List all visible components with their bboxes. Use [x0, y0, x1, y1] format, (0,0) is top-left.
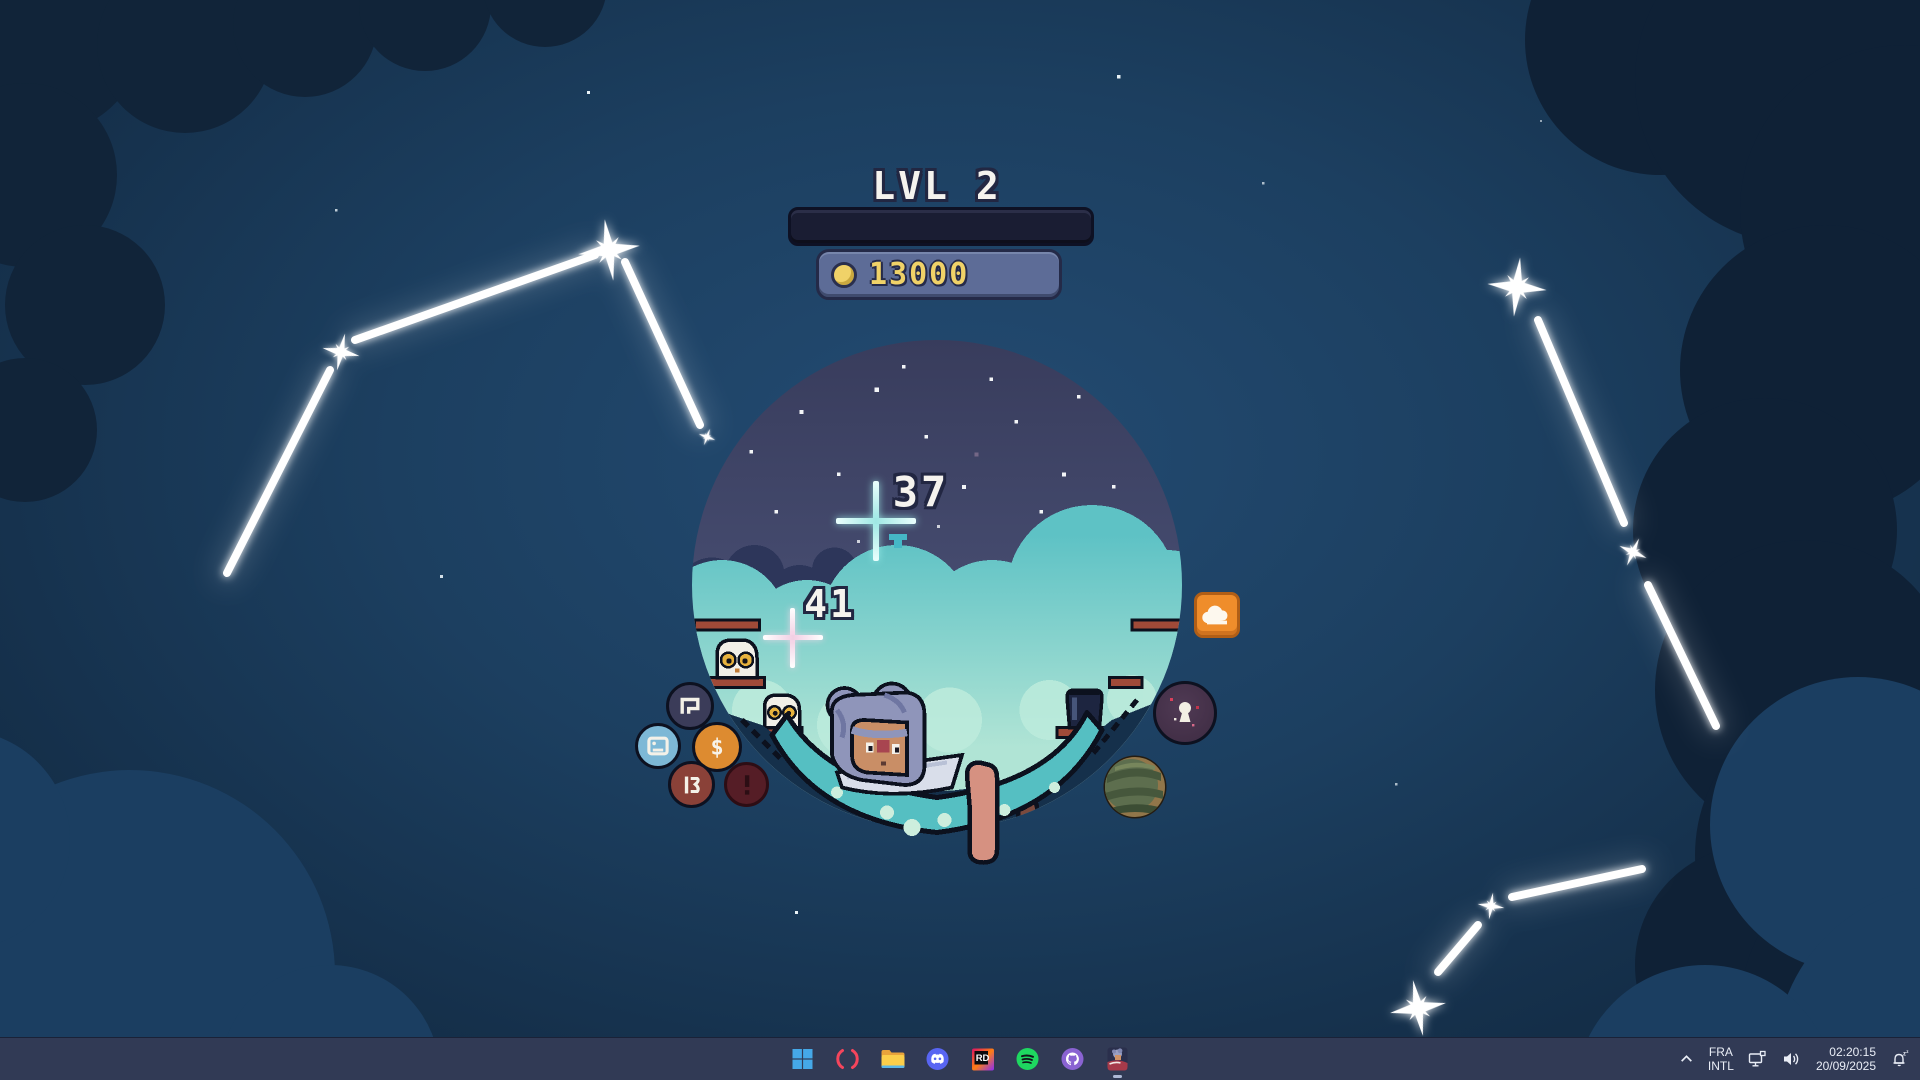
start-button[interactable]: [790, 1046, 816, 1072]
network-icon[interactable]: [1748, 1050, 1768, 1068]
falling-block-icon: [889, 534, 907, 548]
photo-frame-icon: [645, 734, 671, 758]
github-icon: [1061, 1047, 1085, 1071]
night-button[interactable]: [1153, 681, 1217, 745]
rider-button[interactable]: RD: [970, 1046, 996, 1072]
github-desktop-button[interactable]: [1060, 1046, 1086, 1072]
discord-button[interactable]: [925, 1046, 951, 1072]
flag-icon: [677, 694, 703, 718]
weather-button[interactable]: [1194, 592, 1240, 638]
alert-button[interactable]: [724, 762, 769, 807]
system-tray: FRA INTL 02:20:15 20/09/2025: [1679, 1038, 1910, 1080]
planet-icon[interactable]: [1101, 753, 1169, 821]
xp-progress-bar: [788, 207, 1094, 246]
discord-icon: [926, 1047, 950, 1071]
coin-count: 13000: [869, 257, 969, 292]
book-button[interactable]: [668, 761, 715, 808]
rider-icon: RD: [971, 1048, 994, 1071]
svg-text:RD: RD: [975, 1053, 989, 1064]
tray-time: 02:20:15: [1816, 1045, 1876, 1059]
taskbar-icons: RD: [790, 1038, 1131, 1080]
dollar-icon: $: [702, 732, 732, 762]
file-explorer-button[interactable]: [880, 1046, 906, 1072]
photo-button[interactable]: [635, 723, 681, 769]
pixel-pet-app-button[interactable]: [1105, 1046, 1131, 1072]
tray-date: 20/09/2025: [1816, 1059, 1876, 1073]
opera-gx-button[interactable]: [835, 1046, 861, 1072]
coin-icon: [831, 262, 857, 288]
windows-start-icon: [792, 1048, 814, 1070]
spotify-icon: [1016, 1047, 1040, 1071]
exclamation-icon: [736, 772, 758, 798]
sparkle-cursor: [763, 608, 823, 668]
svg-text:$: $: [710, 736, 723, 761]
level-label: LVL 2: [872, 164, 1001, 208]
taskbar: RD: [0, 1037, 1920, 1080]
notification-bell-sleep-icon[interactable]: z z: [1890, 1049, 1910, 1069]
opera-gx-icon: [836, 1047, 860, 1071]
tray-chevron-icon[interactable]: [1679, 1052, 1694, 1066]
pixel-pet-app-icon: [1107, 1047, 1129, 1071]
language-indicator[interactable]: FRA INTL: [1708, 1045, 1734, 1074]
light-cloud-bottom-left: [0, 730, 440, 1080]
keyhole-icon: [1163, 691, 1207, 735]
constellation-left: [227, 215, 718, 573]
volume-icon[interactable]: [1782, 1050, 1802, 1068]
svg-text:z: z: [1906, 1049, 1909, 1054]
sparkle-cursor: [836, 481, 916, 561]
desktop-screen: LVL 2 13000 37 41 $: [0, 0, 1920, 1080]
book-icon: [679, 772, 705, 798]
folder-icon: [880, 1048, 905, 1070]
spotify-button[interactable]: [1015, 1046, 1041, 1072]
cloud-icon: [1202, 604, 1232, 626]
active-app-indicator: [1113, 1075, 1122, 1078]
clock[interactable]: 02:20:15 20/09/2025: [1816, 1045, 1876, 1074]
coin-counter: 13000: [816, 249, 1062, 300]
owl-icon[interactable]: [717, 640, 757, 678]
